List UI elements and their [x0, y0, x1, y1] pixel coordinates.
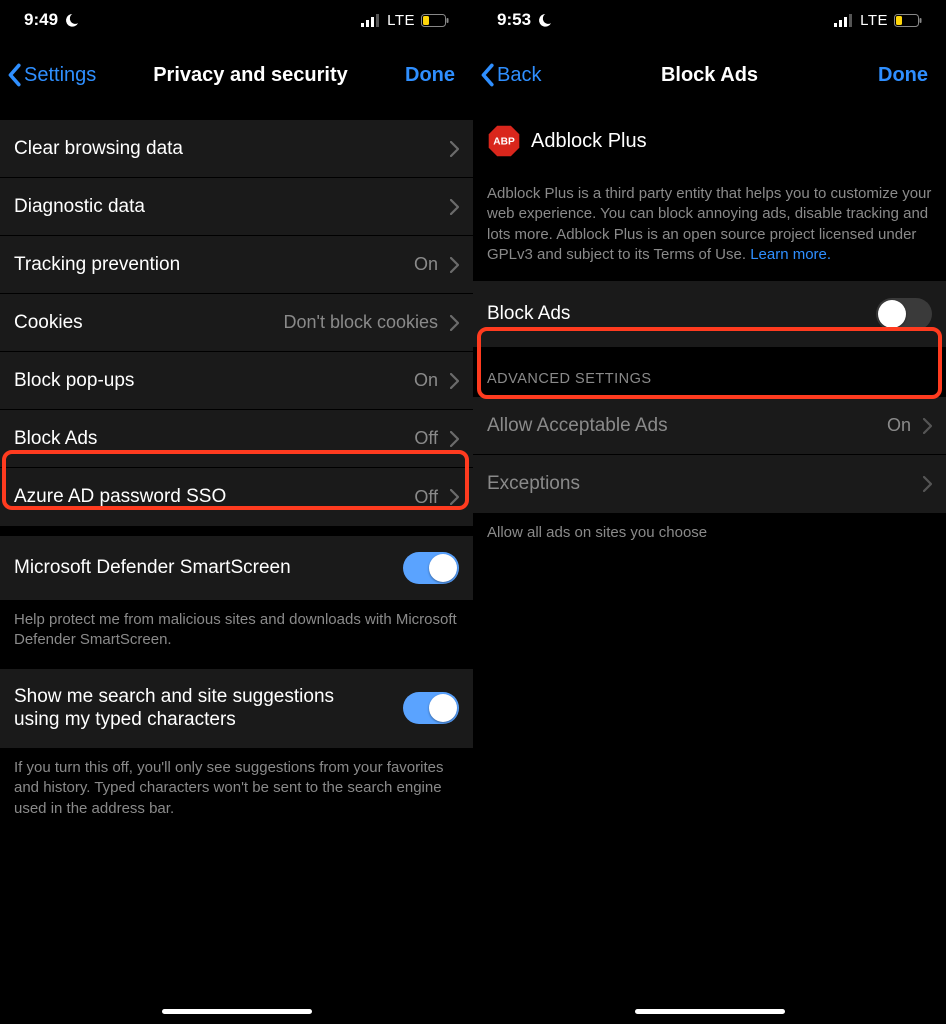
row-label: Allow Acceptable Ads [487, 414, 668, 438]
chevron-right-icon [450, 373, 459, 389]
abp-icon: ABP [487, 124, 521, 158]
svg-text:ABP: ABP [493, 136, 515, 147]
row-label: Block Ads [487, 302, 570, 326]
chevron-right-icon [450, 199, 459, 215]
status-bar: 9:53 LTE [473, 0, 946, 40]
row-smartscreen[interactable]: Microsoft Defender SmartScreen [0, 536, 473, 600]
exceptions-footer: Allow all ads on sites you choose [473, 513, 946, 561]
back-label: Settings [24, 64, 96, 87]
home-indicator[interactable] [162, 1009, 312, 1014]
row-value: On [414, 370, 438, 391]
home-indicator[interactable] [635, 1009, 785, 1014]
row-value: Off [414, 428, 438, 449]
row-value: Don't block cookies [283, 312, 438, 333]
do-not-disturb-icon [537, 12, 553, 28]
done-button[interactable]: Done [878, 64, 936, 87]
nav-bar: Back Block Ads Done [473, 50, 946, 100]
row-block-ads[interactable]: Block Ads Off [0, 410, 473, 468]
row-block-popups[interactable]: Block pop-ups On [0, 352, 473, 410]
cellular-signal-icon [361, 14, 381, 27]
row-label: Clear browsing data [14, 137, 183, 161]
abp-header: ABP Adblock Plus [473, 116, 946, 166]
chevron-left-icon [6, 63, 22, 87]
chevron-right-icon [450, 141, 459, 157]
back-label: Back [497, 64, 541, 87]
row-label: Azure AD password SSO [14, 485, 226, 509]
learn-more-link[interactable]: Learn more. [750, 246, 831, 263]
smartscreen-toggle[interactable] [403, 552, 459, 584]
row-value: Off [414, 487, 438, 508]
block-ads-content: ABP Adblock Plus Adblock Plus is a third… [473, 100, 946, 1024]
abp-desc-body: Adblock Plus is a third party entity tha… [487, 185, 931, 263]
chevron-right-icon [450, 315, 459, 331]
row-clear-browsing-data[interactable]: Clear browsing data [0, 120, 473, 178]
advanced-settings-header: ADVANCED SETTINGS [473, 347, 946, 397]
row-tracking-prevention[interactable]: Tracking prevention On [0, 236, 473, 294]
smartscreen-footer: Help protect me from malicious sites and… [0, 600, 473, 669]
row-label: Tracking prevention [14, 253, 180, 277]
chevron-right-icon [923, 418, 932, 434]
done-button[interactable]: Done [405, 64, 463, 87]
back-button[interactable]: Back [479, 63, 541, 87]
row-label: Show me search and site suggestions usin… [14, 685, 339, 733]
status-time: 9:49 [24, 10, 58, 30]
network-label: LTE [860, 12, 888, 29]
suggestions-toggle[interactable] [403, 692, 459, 724]
phone-block-ads: 9:53 LTE Back [473, 0, 946, 1024]
row-block-ads-toggle[interactable]: Block Ads [473, 281, 946, 347]
chevron-right-icon [450, 431, 459, 447]
row-label: Diagnostic data [14, 195, 145, 219]
suggestions-footer: If you turn this off, you'll only see su… [0, 748, 473, 837]
cellular-signal-icon [834, 14, 854, 27]
row-search-suggestions[interactable]: Show me search and site suggestions usin… [0, 669, 473, 749]
do-not-disturb-icon [64, 12, 80, 28]
chevron-left-icon [479, 63, 495, 87]
nav-title: Block Ads [473, 64, 946, 87]
nav-bar: Settings Privacy and security Done [0, 50, 473, 100]
row-azure-ad-sso[interactable]: Azure AD password SSO Off [0, 468, 473, 526]
back-button[interactable]: Settings [6, 63, 96, 87]
chevron-right-icon [450, 489, 459, 505]
battery-icon [421, 14, 449, 27]
chevron-right-icon [923, 476, 932, 492]
battery-icon [894, 14, 922, 27]
status-bar: 9:49 LTE [0, 0, 473, 40]
row-label: Microsoft Defender SmartScreen [14, 556, 291, 580]
row-cookies[interactable]: Cookies Don't block cookies [0, 294, 473, 352]
block-ads-toggle[interactable] [876, 298, 932, 330]
row-label: Block pop-ups [14, 369, 134, 393]
abp-title: Adblock Plus [531, 130, 647, 153]
settings-list: Clear browsing data Diagnostic data Trac… [0, 100, 473, 1024]
row-exceptions[interactable]: Exceptions [473, 455, 946, 513]
phone-privacy-security: 9:49 LTE Settings [0, 0, 473, 1024]
chevron-right-icon [450, 257, 459, 273]
row-value: On [414, 254, 438, 275]
row-diagnostic-data[interactable]: Diagnostic data [0, 178, 473, 236]
row-label: Block Ads [14, 427, 97, 451]
row-value: On [887, 415, 911, 436]
network-label: LTE [387, 12, 415, 29]
abp-description: Adblock Plus is a third party entity tha… [473, 166, 946, 281]
status-time: 9:53 [497, 10, 531, 30]
row-label: Exceptions [487, 472, 580, 496]
row-allow-acceptable-ads[interactable]: Allow Acceptable Ads On [473, 397, 946, 455]
row-label: Cookies [14, 311, 83, 335]
